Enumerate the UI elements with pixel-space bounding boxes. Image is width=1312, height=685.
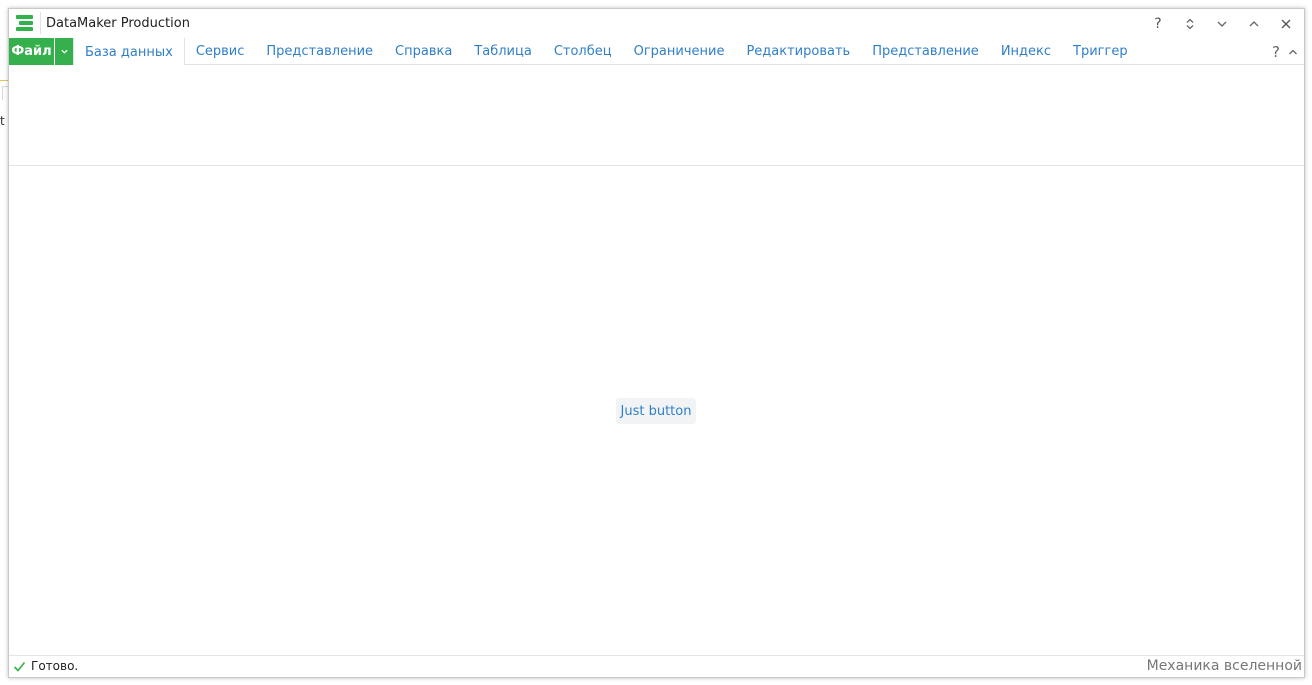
tab-table[interactable]: Таблица — [463, 38, 543, 65]
just-button[interactable]: Just button — [616, 398, 696, 424]
tab-database[interactable]: База данных — [73, 38, 185, 66]
tab-trigger[interactable]: Триггер — [1062, 38, 1139, 65]
ribbon-tabs-bar: Файл База данных Сервис Представление Сп… — [9, 38, 1304, 66]
status-right-text: Механика вселенной — [1146, 658, 1302, 674]
check-icon — [13, 661, 26, 672]
title-separator — [40, 12, 41, 34]
ribbon-help-icon[interactable]: ? — [1272, 43, 1280, 61]
tab-index[interactable]: Индекс — [990, 38, 1062, 65]
tab-constraint[interactable]: Ограничение — [623, 38, 736, 65]
title-bar: DataMaker Production ? — [9, 9, 1304, 38]
main-content: Just button — [9, 166, 1304, 655]
tab-view[interactable]: Представление — [255, 38, 384, 65]
status-text: Готово. — [31, 659, 79, 673]
tab-column[interactable]: Столбец — [543, 38, 623, 65]
close-icon — [1281, 19, 1291, 28]
chevron-down-icon — [60, 49, 68, 54]
chevron-up-icon — [1289, 49, 1297, 54]
chevron-down-icon — [1217, 21, 1227, 27]
ribbon-collapse-button[interactable] — [1288, 47, 1298, 57]
tab-view-context[interactable]: Представление — [861, 38, 990, 65]
window-controls: ? — [1142, 9, 1302, 38]
help-button[interactable]: ? — [1142, 9, 1174, 38]
window-title: DataMaker Production — [46, 16, 190, 31]
app-logo-icon — [16, 15, 33, 32]
tab-service[interactable]: Сервис — [185, 38, 256, 65]
ribbon-panel — [9, 65, 1304, 166]
help-icon: ? — [1154, 15, 1162, 32]
restore-button[interactable] — [1174, 9, 1206, 38]
background-window-fragment: t — [0, 80, 8, 128]
status-indicator: Готово. — [13, 659, 78, 673]
maximize-button[interactable] — [1238, 9, 1270, 38]
background-edge-text: t — [0, 114, 5, 128]
close-button[interactable] — [1270, 9, 1302, 38]
ribbon-tabs: База данных Сервис Представление Справка… — [73, 38, 1139, 66]
ribbon-right-controls: ? — [1272, 38, 1298, 65]
app-window: DataMaker Production ? Файл База данных … — [8, 8, 1305, 678]
expand-collapse-icon — [1186, 18, 1194, 29]
tab-edit[interactable]: Редактировать — [735, 38, 861, 65]
minimize-button[interactable] — [1206, 9, 1238, 38]
chevron-up-icon — [1249, 20, 1259, 26]
status-bar: Готово. Механика вселенной — [9, 655, 1304, 677]
tab-help[interactable]: Справка — [384, 38, 463, 65]
file-dropdown-button[interactable] — [55, 38, 73, 65]
background-divider — [0, 80, 8, 81]
file-menu-button[interactable]: Файл — [9, 38, 54, 65]
